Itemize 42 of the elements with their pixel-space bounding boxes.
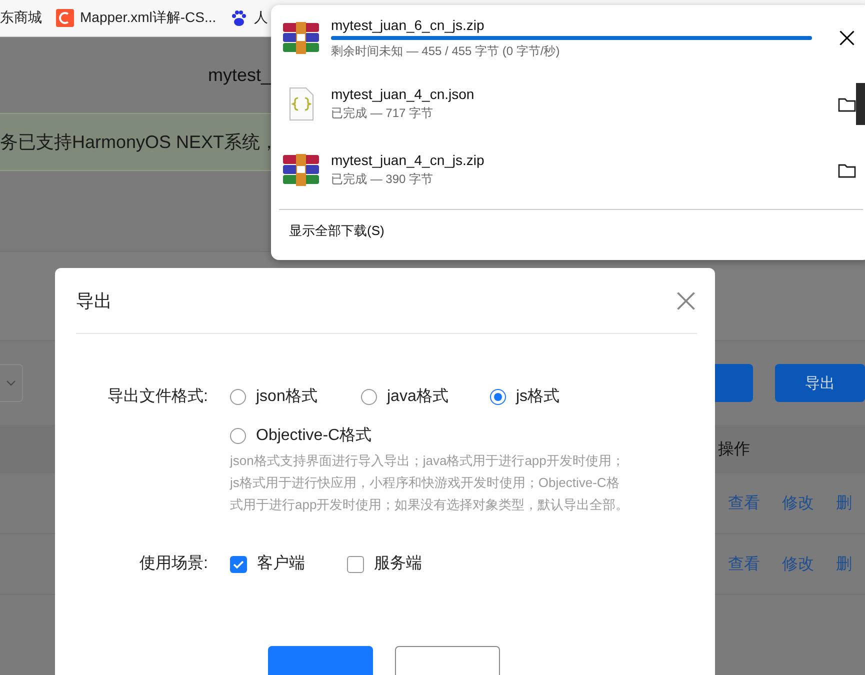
page-title: mytest_	[208, 64, 272, 86]
checkbox-label[interactable]: 客户端	[257, 552, 305, 576]
c-logo-icon	[56, 9, 74, 27]
paw-icon	[230, 9, 248, 27]
download-status: 剩余时间未知 — 455 / 455 字节 (0 字节/秒)	[331, 42, 561, 60]
radio-label[interactable]: json格式	[256, 385, 318, 409]
archive-icon	[283, 154, 319, 186]
bookmark-label[interactable]: 人	[254, 9, 268, 27]
show-all-downloads-button[interactable]: 显示全部下载(S)	[283, 216, 390, 246]
caret-icon	[6, 380, 16, 386]
radio-label[interactable]: js格式	[516, 385, 560, 409]
notice-text: 务已支持HarmonyOS NEXT系统，	[0, 131, 278, 154]
radio-label[interactable]: java格式	[387, 385, 448, 409]
bookmark-label[interactable]: Mapper.xml详解-CS...	[80, 9, 216, 27]
download-name[interactable]: mytest_juan_4_cn_js.zip	[331, 152, 833, 168]
radio-button[interactable]	[230, 389, 246, 405]
radio-button[interactable]	[490, 389, 506, 405]
archive-icon	[283, 22, 319, 54]
checkbox[interactable]	[347, 556, 364, 572]
bookmark-label[interactable]: 东商城	[0, 9, 42, 27]
close-icon	[838, 29, 856, 47]
check-icon	[233, 560, 244, 568]
checkbox-label[interactable]: 服务端	[374, 552, 422, 576]
folder-icon	[838, 162, 856, 178]
form-label: 使用场景:	[138, 554, 208, 574]
format-hint: json格式支持界面进行导入导出；java格式用于进行app开发时使用；js格式用于进行快应用，小程序和快游戏开发时使用；Objective-C格式用于进行app开发时使用；如果没有选择对象类型，默认导出全部。	[230, 452, 630, 514]
radio-button[interactable]	[230, 428, 246, 444]
column-header: 操作	[718, 440, 750, 460]
radio-label[interactable]: Objective-C格式	[256, 424, 372, 448]
dialog-title: 导出	[76, 290, 112, 312]
form-label: 导出文件格式:	[106, 386, 208, 407]
close-button[interactable]	[675, 290, 697, 312]
checkbox[interactable]	[230, 556, 247, 572]
download-status: 已完成 — 717 字节	[331, 105, 434, 122]
folder-icon	[838, 96, 856, 112]
download-name[interactable]: mytest_juan_6_cn_js.zip	[331, 16, 833, 32]
close-icon	[675, 290, 697, 312]
download-status: 已完成 — 390 字节	[331, 171, 434, 188]
download-name[interactable]: mytest_juan_4_cn.json	[331, 86, 833, 102]
export-button[interactable]: 导出	[775, 364, 865, 402]
radio-button[interactable]	[361, 389, 377, 405]
dropdown-field[interactable]	[0, 364, 23, 402]
